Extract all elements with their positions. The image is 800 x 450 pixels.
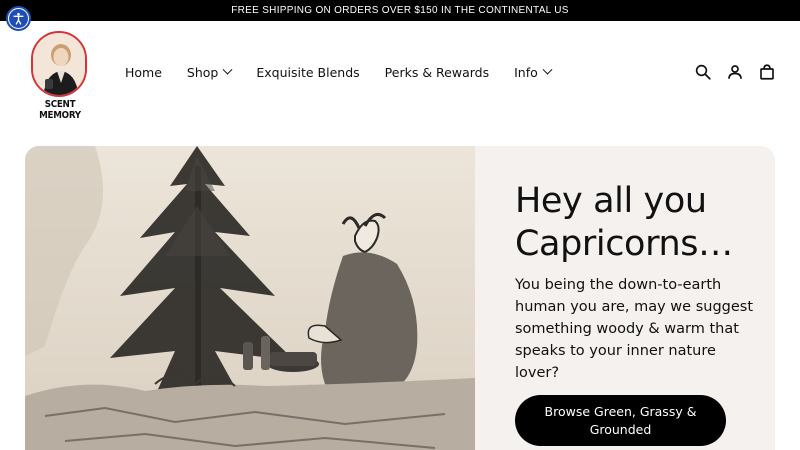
nav-item-label: Shop [186,64,219,80]
hero-copy: Hey all you Capricorns… You being the do… [515,180,755,446]
brand-logo[interactable]: SCENT MEMORY [24,29,96,121]
nav-item-home[interactable]: Home [125,65,162,80]
hero-image [25,146,475,450]
chevron-down-icon [542,64,553,75]
nav-item-label: Home [125,64,162,80]
accessibility-button[interactable] [6,6,31,31]
nav-item-shop[interactable]: Shop [186,64,233,80]
announcement-bar: FREE SHIPPING ON ORDERS OVER $150 IN THE… [0,0,800,21]
hero-heading-line-1: Hey all you [515,181,707,221]
nav-item-label: Perks & Rewards [384,64,490,80]
account-icon[interactable] [724,61,746,83]
announcement-text: FREE SHIPPING ON ORDERS OVER $150 IN THE… [231,5,569,16]
main-nav: Home Shop Exquisite Blends Perks & Rewar… [125,63,576,81]
search-icon[interactable] [692,61,714,83]
accessibility-icon [9,9,28,28]
browse-collection-button-label: Browse Green, Grassy & Grounded [544,403,697,437]
hero-description: You being the down-to-earth human you ar… [515,277,754,381]
site-header: SCENT MEMORY Home Shop Exquisite Blends … [0,21,800,121]
logo-wordmark: SCENT MEMORY [39,99,81,121]
header-actions [682,61,778,83]
nav-item-exquisite-blends[interactable]: Exquisite Blends [256,65,359,80]
hero-heading-line-2: Capricorns… [515,224,733,264]
nav-item-info[interactable]: Info [514,64,553,80]
logo-portrait [31,31,87,97]
nav-item-label: Exquisite Blends [256,64,360,80]
hero-heading: Hey all you Capricorns… [515,180,755,266]
cart-icon[interactable] [756,61,778,83]
nav-item-label: Info [514,64,538,80]
hero-banner: Hey all you Capricorns… You being the do… [25,146,775,450]
browse-collection-button[interactable]: Browse Green, Grassy & Grounded [515,395,726,446]
chevron-down-icon [222,64,233,75]
nav-item-perks-rewards[interactable]: Perks & Rewards [385,65,489,80]
